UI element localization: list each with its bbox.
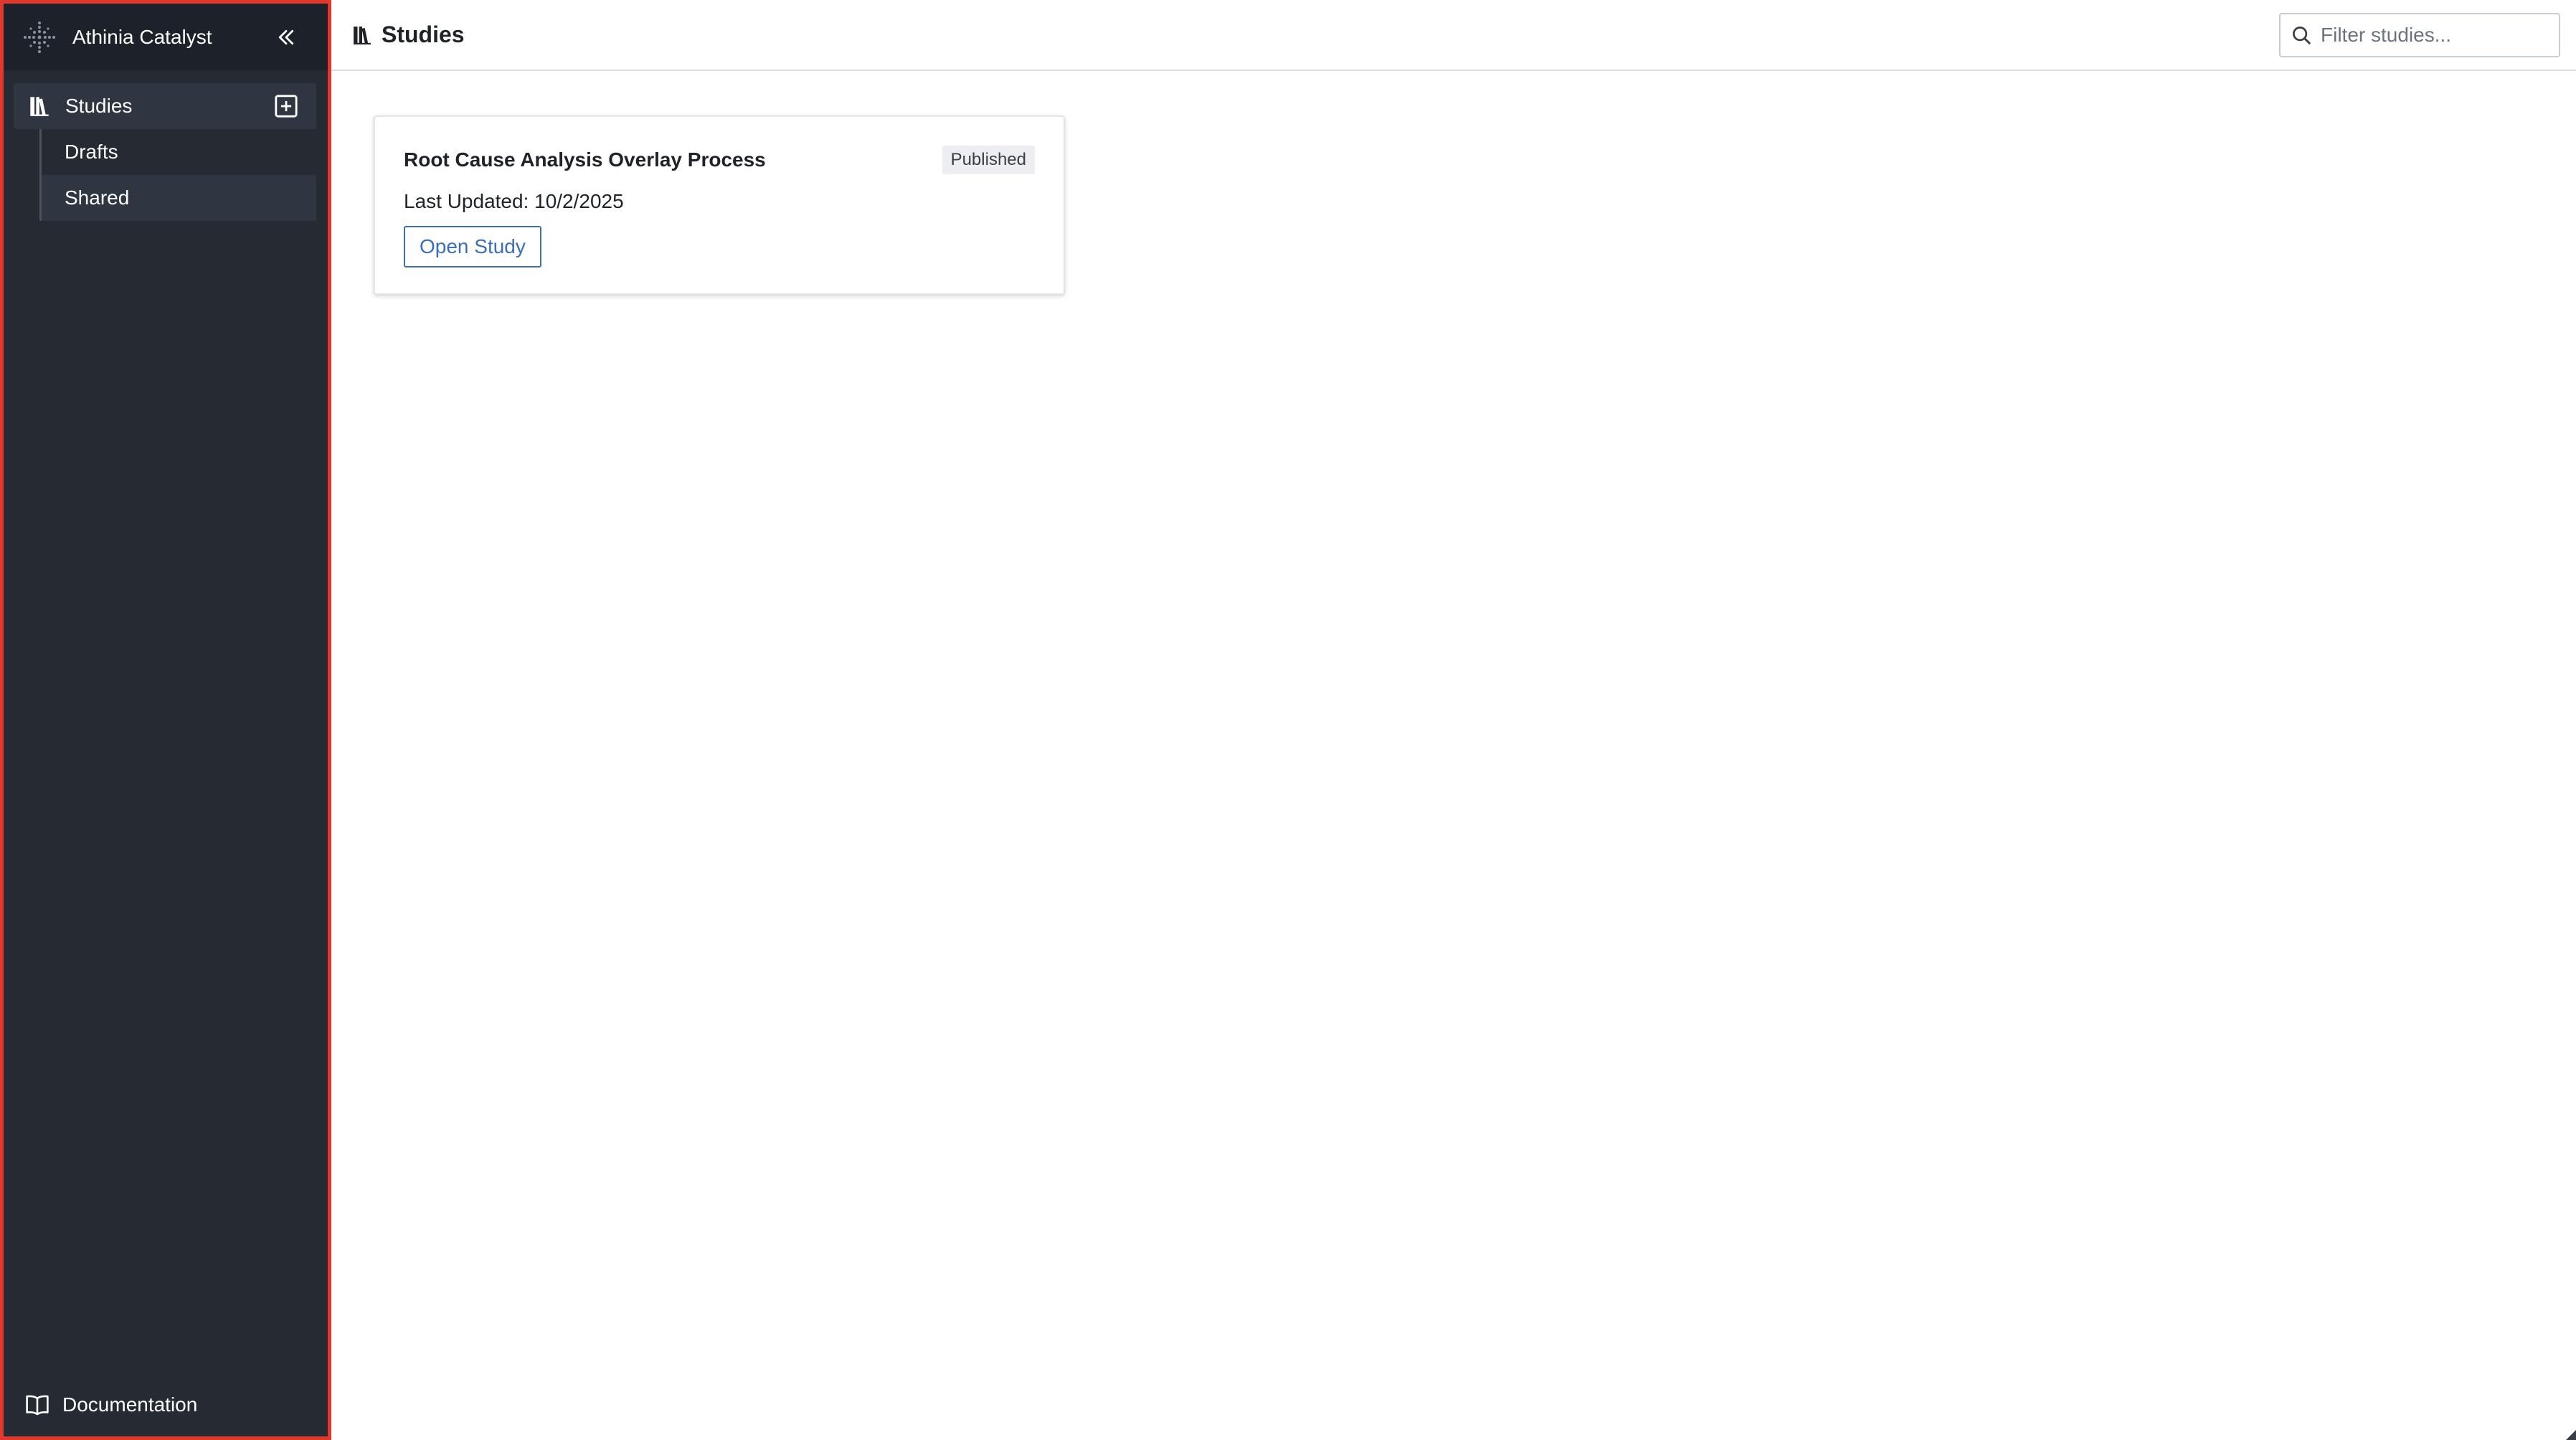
sidebar-item-documentation[interactable]: Documentation: [4, 1379, 328, 1431]
study-card: Root Cause Analysis Overlay Process Publ…: [374, 115, 1065, 295]
resize-handle[interactable]: [2566, 1430, 2576, 1440]
sidebar-nav: Studies Drafts Shared: [4, 70, 328, 221]
add-study-button[interactable]: [273, 93, 299, 119]
study-card-header: Root Cause Analysis Overlay Process Publ…: [404, 146, 1035, 174]
sidebar-item-label: Studies: [65, 95, 133, 117]
status-badge: Published: [942, 146, 1035, 174]
studies-subnav: Drafts Shared: [39, 129, 316, 221]
filter-studies-input[interactable]: [2321, 23, 2550, 47]
study-title: Root Cause Analysis Overlay Process: [404, 148, 766, 171]
topbar: Studies: [331, 0, 2576, 71]
library-icon: [30, 97, 49, 116]
catalyst-logo-icon: [22, 20, 57, 55]
plus-square-icon: [275, 95, 298, 118]
chevrons-left-icon: [278, 29, 294, 44]
sidebar-header: Athinia Catalyst: [4, 4, 328, 70]
sidebar: Athinia Catalyst Studies Drafts Shared D…: [0, 0, 331, 1440]
app-root: Athinia Catalyst Studies Drafts Shared D…: [0, 0, 2576, 1440]
filter-studies-box: [2279, 12, 2560, 57]
studies-grid: Root Cause Analysis Overlay Process Publ…: [331, 71, 2576, 295]
study-last-updated: Last Updated: 10/2/2025: [404, 190, 624, 212]
collapse-sidebar-button[interactable]: [272, 23, 300, 52]
page-title: Studies: [382, 22, 465, 47]
documentation-label: Documentation: [62, 1393, 198, 1416]
sidebar-item-studies[interactable]: Studies: [14, 83, 316, 129]
open-study-button[interactable]: Open Study: [404, 226, 541, 267]
main-content: Studies Root Cause Analysis Overlay Proc…: [331, 0, 2576, 1440]
sidebar-item-drafts[interactable]: Drafts: [42, 129, 316, 175]
brand-name: Athinia Catalyst: [72, 25, 212, 48]
sidebar-item-shared[interactable]: Shared: [42, 175, 316, 221]
search-icon: [2293, 26, 2311, 44]
open-book-icon: [26, 1395, 49, 1416]
library-icon: [354, 26, 371, 44]
